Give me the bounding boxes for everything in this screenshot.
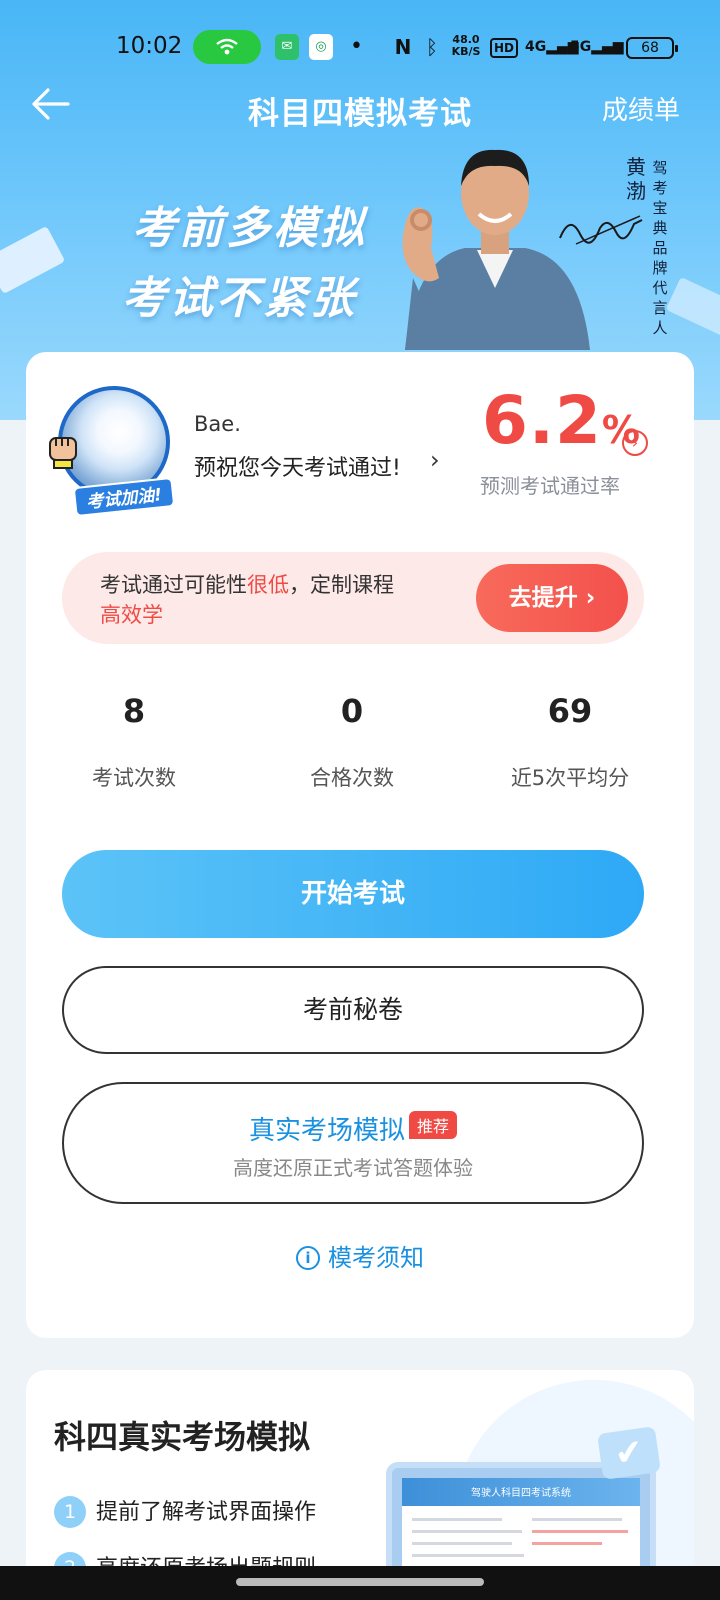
preview-line: [412, 1530, 522, 1533]
preview-line: [412, 1554, 524, 1557]
stat-value: 0: [340, 692, 364, 730]
fist-icon: [49, 437, 77, 469]
preview-title: 驾驶人科目四考试系统: [471, 1488, 571, 1499]
avatar[interactable]: 考试加油!: [49, 386, 176, 518]
recommend-badge: 推荐: [409, 1110, 458, 1139]
endorser-role: 驾考宝典品牌代言人: [652, 159, 668, 337]
preview-line: [532, 1530, 628, 1533]
real-exam-simulation-button[interactable]: 真实考场模拟 推荐 高度还原正式考试答题体验: [62, 1082, 644, 1204]
signal-5g-icon: 5G▂▄▆: [570, 39, 624, 55]
feature-text: 提前了解考试界面操作: [96, 1500, 317, 1525]
info-icon: i: [296, 1246, 320, 1270]
slogan-line2: 考试不紧张: [122, 273, 357, 324]
wifi-hotspot-icon: [193, 30, 261, 64]
preview-line: [532, 1518, 622, 1521]
tip-text-line2: 高效学: [100, 603, 163, 627]
section-title: 科四真实考场模拟: [54, 1418, 311, 1456]
avatar-tag: 考试加油!: [72, 476, 176, 518]
stat-exam-count: 8 考试次数: [34, 692, 234, 792]
chevron-right-circle-icon[interactable]: ›: [622, 430, 648, 456]
exam-notice-label: 模考须知: [328, 1244, 424, 1272]
nfc-icon: N: [394, 35, 412, 59]
paper-decoration: [665, 276, 720, 340]
tip-text-suffix: ，定制课程: [289, 573, 394, 597]
stat-pass-count: 0 合格次数: [252, 692, 452, 792]
preview-line: [412, 1518, 502, 1521]
feature-item: 1 提前了解考试界面操作: [54, 1494, 316, 1528]
message-app-icon: ✉: [275, 34, 299, 60]
stat-label: 近5次平均分: [510, 766, 630, 790]
status-bar: 10:02 ✉ ◎ • N ᛒ 48.0 KB/S HD 4G▂▄▆ 5G▂▄▆…: [0, 0, 720, 90]
tip-text-highlight: 很低: [247, 573, 289, 597]
stat-average-score: 69 近5次平均分: [470, 692, 670, 792]
preview-title-bar: 驾驶人科目四考试系统: [402, 1478, 640, 1506]
endorser-name: 黄渤: [626, 155, 646, 203]
stat-label: 考试次数: [92, 766, 176, 790]
china-mobile-icon: ◎: [309, 34, 333, 60]
signal-4g-icon: 4G▂▄▆: [525, 39, 579, 55]
pass-rate-number: 6.2: [482, 382, 602, 459]
chevron-right-icon[interactable]: ›: [430, 446, 440, 474]
preview-line: [532, 1542, 602, 1545]
home-indicator[interactable]: [236, 1578, 484, 1586]
exam-summary-card: 考试加油! Bae. 预祝您今天考试通过! › 6.2% › 预测考试通过率 考…: [26, 352, 694, 1338]
real-exam-title-row: 真实考场模拟 推荐: [64, 1110, 642, 1147]
check-icon: ✔: [597, 1426, 661, 1480]
score-report-button[interactable]: 成绩单: [602, 90, 680, 127]
network-speed: 48.0 KB/S: [451, 33, 481, 58]
user-wish[interactable]: 预祝您今天考试通过!: [194, 450, 401, 482]
improvement-tip: 考试通过可能性很低，定制课程 高效学 去提升 ›: [62, 552, 644, 644]
tip-text-prefix: 考试通过可能性: [100, 573, 247, 597]
improve-button[interactable]: 去提升 ›: [476, 564, 628, 632]
tip-text: 考试通过可能性很低，定制课程 高效学: [100, 570, 440, 630]
slogan-line1: 考前多模拟: [132, 203, 367, 254]
pass-rate-value[interactable]: 6.2%: [482, 382, 640, 459]
paper-decoration: [0, 225, 66, 295]
exam-notice-link[interactable]: i 模考须知: [26, 1238, 694, 1273]
stat-label: 合格次数: [310, 766, 394, 790]
signal-5g-label: 5G: [570, 39, 592, 55]
bluetooth-icon: ᛒ: [426, 35, 438, 59]
real-exam-title: 真实考场模拟: [248, 1116, 405, 1146]
secret-paper-button[interactable]: 考前秘卷: [62, 966, 644, 1054]
pass-rate-label: 预测考试通过率: [480, 474, 620, 498]
feature-number: 1: [54, 1496, 86, 1528]
signature-icon: [559, 215, 643, 245]
hd-icon: HD: [490, 38, 518, 58]
status-time: 10:02: [116, 33, 183, 59]
preview-line: [412, 1542, 512, 1545]
real-exam-subtitle: 高度还原正式考试答题体验: [233, 1156, 473, 1180]
start-exam-button[interactable]: 开始考试: [62, 850, 644, 938]
signal-4g-label: 4G: [525, 39, 547, 55]
improve-button-label: 去提升: [508, 585, 578, 611]
user-name: Bae.: [194, 412, 241, 436]
stat-value: 8: [122, 692, 146, 730]
stat-value: 69: [547, 692, 593, 730]
dot-icon: •: [350, 34, 363, 59]
battery-icon: 68: [626, 37, 678, 59]
